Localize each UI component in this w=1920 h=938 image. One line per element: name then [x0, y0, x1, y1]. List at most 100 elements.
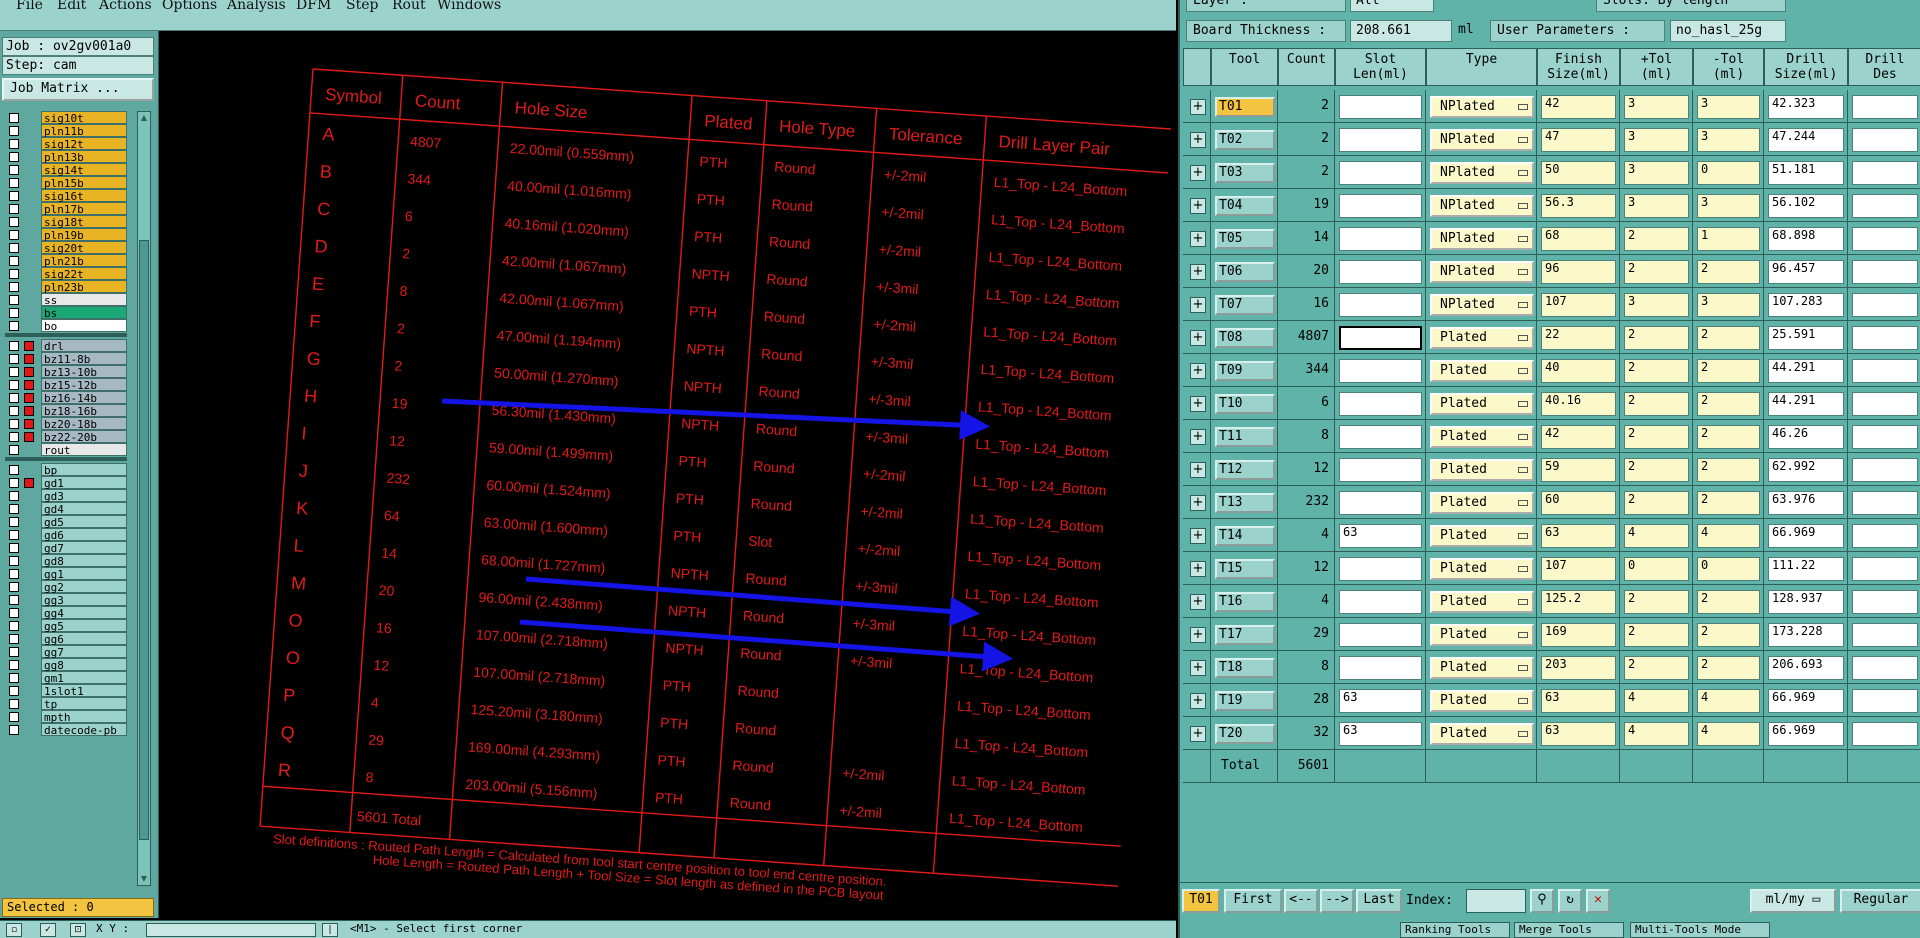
- tool-row[interactable]: + T02 2 NPlated 47 3 3 47.244: [1183, 123, 1920, 156]
- tool-des-input[interactable]: [1852, 458, 1918, 482]
- expand-icon[interactable]: +: [1190, 462, 1206, 478]
- tool-ptol-input[interactable]: 2: [1624, 260, 1689, 284]
- tool-button[interactable]: T20: [1215, 724, 1275, 744]
- expand-icon[interactable]: +: [1190, 198, 1206, 214]
- first-tool-button[interactable]: First: [1224, 889, 1282, 913]
- tool-drill-input[interactable]: 96.457: [1768, 260, 1844, 284]
- layer-row[interactable]: gd8: [5, 554, 127, 568]
- layer-name[interactable]: sig20t: [41, 241, 127, 255]
- multi-tools-mode-button[interactable]: Multi-Tools Mode: [1630, 922, 1770, 938]
- tool-finish-input[interactable]: 40: [1541, 359, 1616, 383]
- layer-checkbox[interactable]: [9, 406, 19, 416]
- layer-checkbox[interactable]: [9, 478, 19, 488]
- tool-row[interactable]: + T07 16 NPlated 107 3 3 107.283: [1183, 288, 1920, 321]
- tool-des-input[interactable]: [1852, 194, 1918, 218]
- dropdown-icon[interactable]: [1518, 368, 1528, 374]
- tool-ntol-input[interactable]: 2: [1697, 326, 1760, 350]
- tool-type-select[interactable]: NPlated: [1430, 96, 1534, 118]
- dropdown-icon[interactable]: [1518, 236, 1528, 242]
- tool-row[interactable]: + T12 12 Plated 59 2 2 62.992: [1183, 453, 1920, 486]
- layer-checkbox[interactable]: [9, 269, 19, 279]
- tool-button[interactable]: T06: [1215, 262, 1275, 282]
- tool-type-select[interactable]: Plated: [1430, 657, 1534, 679]
- tool-des-input[interactable]: [1852, 722, 1918, 746]
- dropdown-icon[interactable]: [1518, 170, 1528, 176]
- tool-button[interactable]: T18: [1215, 658, 1275, 678]
- tool-ntol-input[interactable]: 2: [1697, 590, 1760, 614]
- layer-checkbox[interactable]: [9, 354, 19, 364]
- tool-ptol-input[interactable]: 2: [1624, 458, 1689, 482]
- tool-row[interactable]: + T10 6 Plated 40.16 2 2 44.291: [1183, 387, 1920, 420]
- tool-drill-input[interactable]: 66.969: [1768, 722, 1844, 746]
- dropdown-icon[interactable]: [1518, 599, 1528, 605]
- tool-ptol-input[interactable]: 4: [1624, 722, 1689, 746]
- layer-name[interactable]: bz18-16b: [41, 404, 127, 418]
- tool-drill-input[interactable]: 42.323: [1768, 95, 1844, 119]
- layer-name[interactable]: gg5: [41, 619, 127, 633]
- tool-ptol-input[interactable]: 2: [1624, 326, 1689, 350]
- layer-checkbox[interactable]: [9, 647, 19, 657]
- board-thickness-input[interactable]: 208.661: [1350, 20, 1452, 42]
- dropdown-icon[interactable]: [1518, 335, 1528, 341]
- tool-finish-input[interactable]: 107: [1541, 557, 1616, 581]
- layer-checkbox[interactable]: [9, 712, 19, 722]
- expand-icon[interactable]: +: [1190, 693, 1206, 709]
- tool-finish-input[interactable]: 63: [1541, 722, 1616, 746]
- tool-type-select[interactable]: NPlated: [1430, 162, 1534, 184]
- tool-finish-input[interactable]: 47: [1541, 128, 1616, 152]
- expand-icon[interactable]: +: [1190, 627, 1206, 643]
- layer-row[interactable]: pln21b: [5, 254, 127, 268]
- tool-ntol-input[interactable]: 2: [1697, 491, 1760, 515]
- tool-ptol-input[interactable]: 3: [1624, 293, 1689, 317]
- layer-checkbox[interactable]: [9, 165, 19, 175]
- tool-drill-input[interactable]: 107.283: [1768, 293, 1844, 317]
- layer-name[interactable]: bo: [41, 319, 127, 333]
- tool-ptol-input[interactable]: 2: [1624, 623, 1689, 647]
- expand-icon[interactable]: +: [1190, 429, 1206, 445]
- refresh-icon[interactable]: ↻: [1558, 889, 1582, 913]
- dropdown-icon[interactable]: [1518, 434, 1528, 440]
- tool-drill-input[interactable]: 62.992: [1768, 458, 1844, 482]
- layer-name[interactable]: drl: [41, 339, 127, 353]
- layer-checkbox[interactable]: [9, 660, 19, 670]
- layer-row[interactable]: gd7: [5, 541, 127, 555]
- expand-icon[interactable]: +: [1190, 396, 1206, 412]
- tool-type-select[interactable]: Plated: [1430, 624, 1534, 646]
- layer-checkbox[interactable]: [9, 582, 19, 592]
- tool-ntol-input[interactable]: 2: [1697, 260, 1760, 284]
- menu-analysis[interactable]: Analysis: [227, 0, 286, 13]
- tool-slot-input[interactable]: [1339, 491, 1422, 515]
- tool-row[interactable]: + T09 344 Plated 40 2 2 44.291: [1183, 354, 1920, 387]
- tool-finish-input[interactable]: 50: [1541, 161, 1616, 185]
- tool-ntol-input[interactable]: 2: [1697, 425, 1760, 449]
- tool-button[interactable]: T12: [1215, 460, 1275, 480]
- layer-name[interactable]: sig18t: [41, 215, 127, 229]
- layer-row[interactable]: gd1: [5, 476, 127, 490]
- layer-name[interactable]: gd3: [41, 489, 127, 503]
- layer-row[interactable]: drl: [5, 339, 127, 353]
- tool-des-input[interactable]: [1852, 392, 1918, 416]
- expand-icon[interactable]: +: [1190, 297, 1206, 313]
- job-matrix-button[interactable]: Job Matrix ...: [2, 78, 154, 101]
- layer-name[interactable]: gd5: [41, 515, 127, 529]
- tool-type-select[interactable]: Plated: [1430, 525, 1534, 547]
- tool-ntol-input[interactable]: 4: [1697, 524, 1760, 548]
- dropdown-icon[interactable]: [1518, 632, 1528, 638]
- tool-slot-input[interactable]: [1339, 95, 1422, 119]
- tool-slot-input[interactable]: [1339, 326, 1422, 350]
- tool-ntol-input[interactable]: 3: [1697, 293, 1760, 317]
- layer-name[interactable]: bz15-12b: [41, 378, 127, 392]
- expand-icon[interactable]: +: [1190, 528, 1206, 544]
- layer-list-scrollbar[interactable]: ▲ ▼: [137, 111, 151, 886]
- tool-button[interactable]: T01: [1215, 97, 1275, 117]
- tool-drill-input[interactable]: 173.228: [1768, 623, 1844, 647]
- xy-coordinate-field[interactable]: [146, 923, 316, 937]
- tool-row[interactable]: + T03 2 NPlated 50 3 0 51.181: [1183, 156, 1920, 189]
- tool-slot-input[interactable]: 63: [1339, 524, 1422, 548]
- tool-finish-input[interactable]: 42: [1541, 425, 1616, 449]
- layer-row[interactable]: gd4: [5, 502, 127, 516]
- tool-ptol-input[interactable]: 4: [1624, 689, 1689, 713]
- layer-checkbox[interactable]: [9, 152, 19, 162]
- tool-des-input[interactable]: [1852, 623, 1918, 647]
- tool-button[interactable]: T03: [1215, 163, 1275, 183]
